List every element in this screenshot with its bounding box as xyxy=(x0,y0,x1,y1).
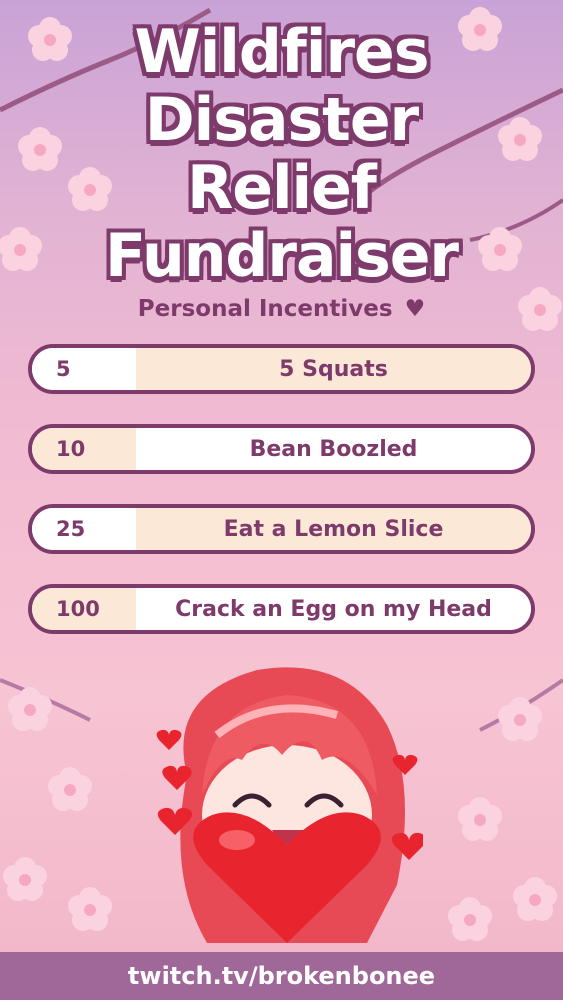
incentive-amount: 25 xyxy=(32,508,136,550)
incentive-list: 5 5 Squats 10 Bean Boozled 25 Eat a Lemo… xyxy=(28,344,535,664)
avatar-illustration xyxy=(156,667,423,943)
incentive-label: Crack an Egg on my Head xyxy=(136,588,531,630)
title-line: Wildfires xyxy=(134,17,430,87)
incentive-row: 25 Eat a Lemon Slice xyxy=(28,504,535,554)
title-line: Disaster xyxy=(144,85,419,155)
title-line: Relief xyxy=(187,153,377,223)
incentive-row: 5 5 Squats xyxy=(28,344,535,394)
heart-icon: ♥ xyxy=(404,296,426,322)
incentive-amount: 10 xyxy=(32,428,136,470)
title-line: Fundraiser xyxy=(104,221,459,291)
subtitle: Personal Incentives ♥ xyxy=(0,296,563,322)
incentive-amount: 5 xyxy=(32,348,136,390)
incentive-amount: 100 xyxy=(32,588,136,630)
incentive-row: 10 Bean Boozled xyxy=(28,424,535,474)
footer-link: twitch.tv/brokenbonee xyxy=(0,952,563,1000)
page-title: Wildfires Disaster Relief Fundraiser xyxy=(0,18,563,290)
incentive-row: 100 Crack an Egg on my Head xyxy=(28,584,535,634)
incentive-label: Bean Boozled xyxy=(136,428,531,470)
incentive-label: 5 Squats xyxy=(136,348,531,390)
incentive-label: Eat a Lemon Slice xyxy=(136,508,531,550)
subtitle-text: Personal Incentives xyxy=(137,296,393,322)
